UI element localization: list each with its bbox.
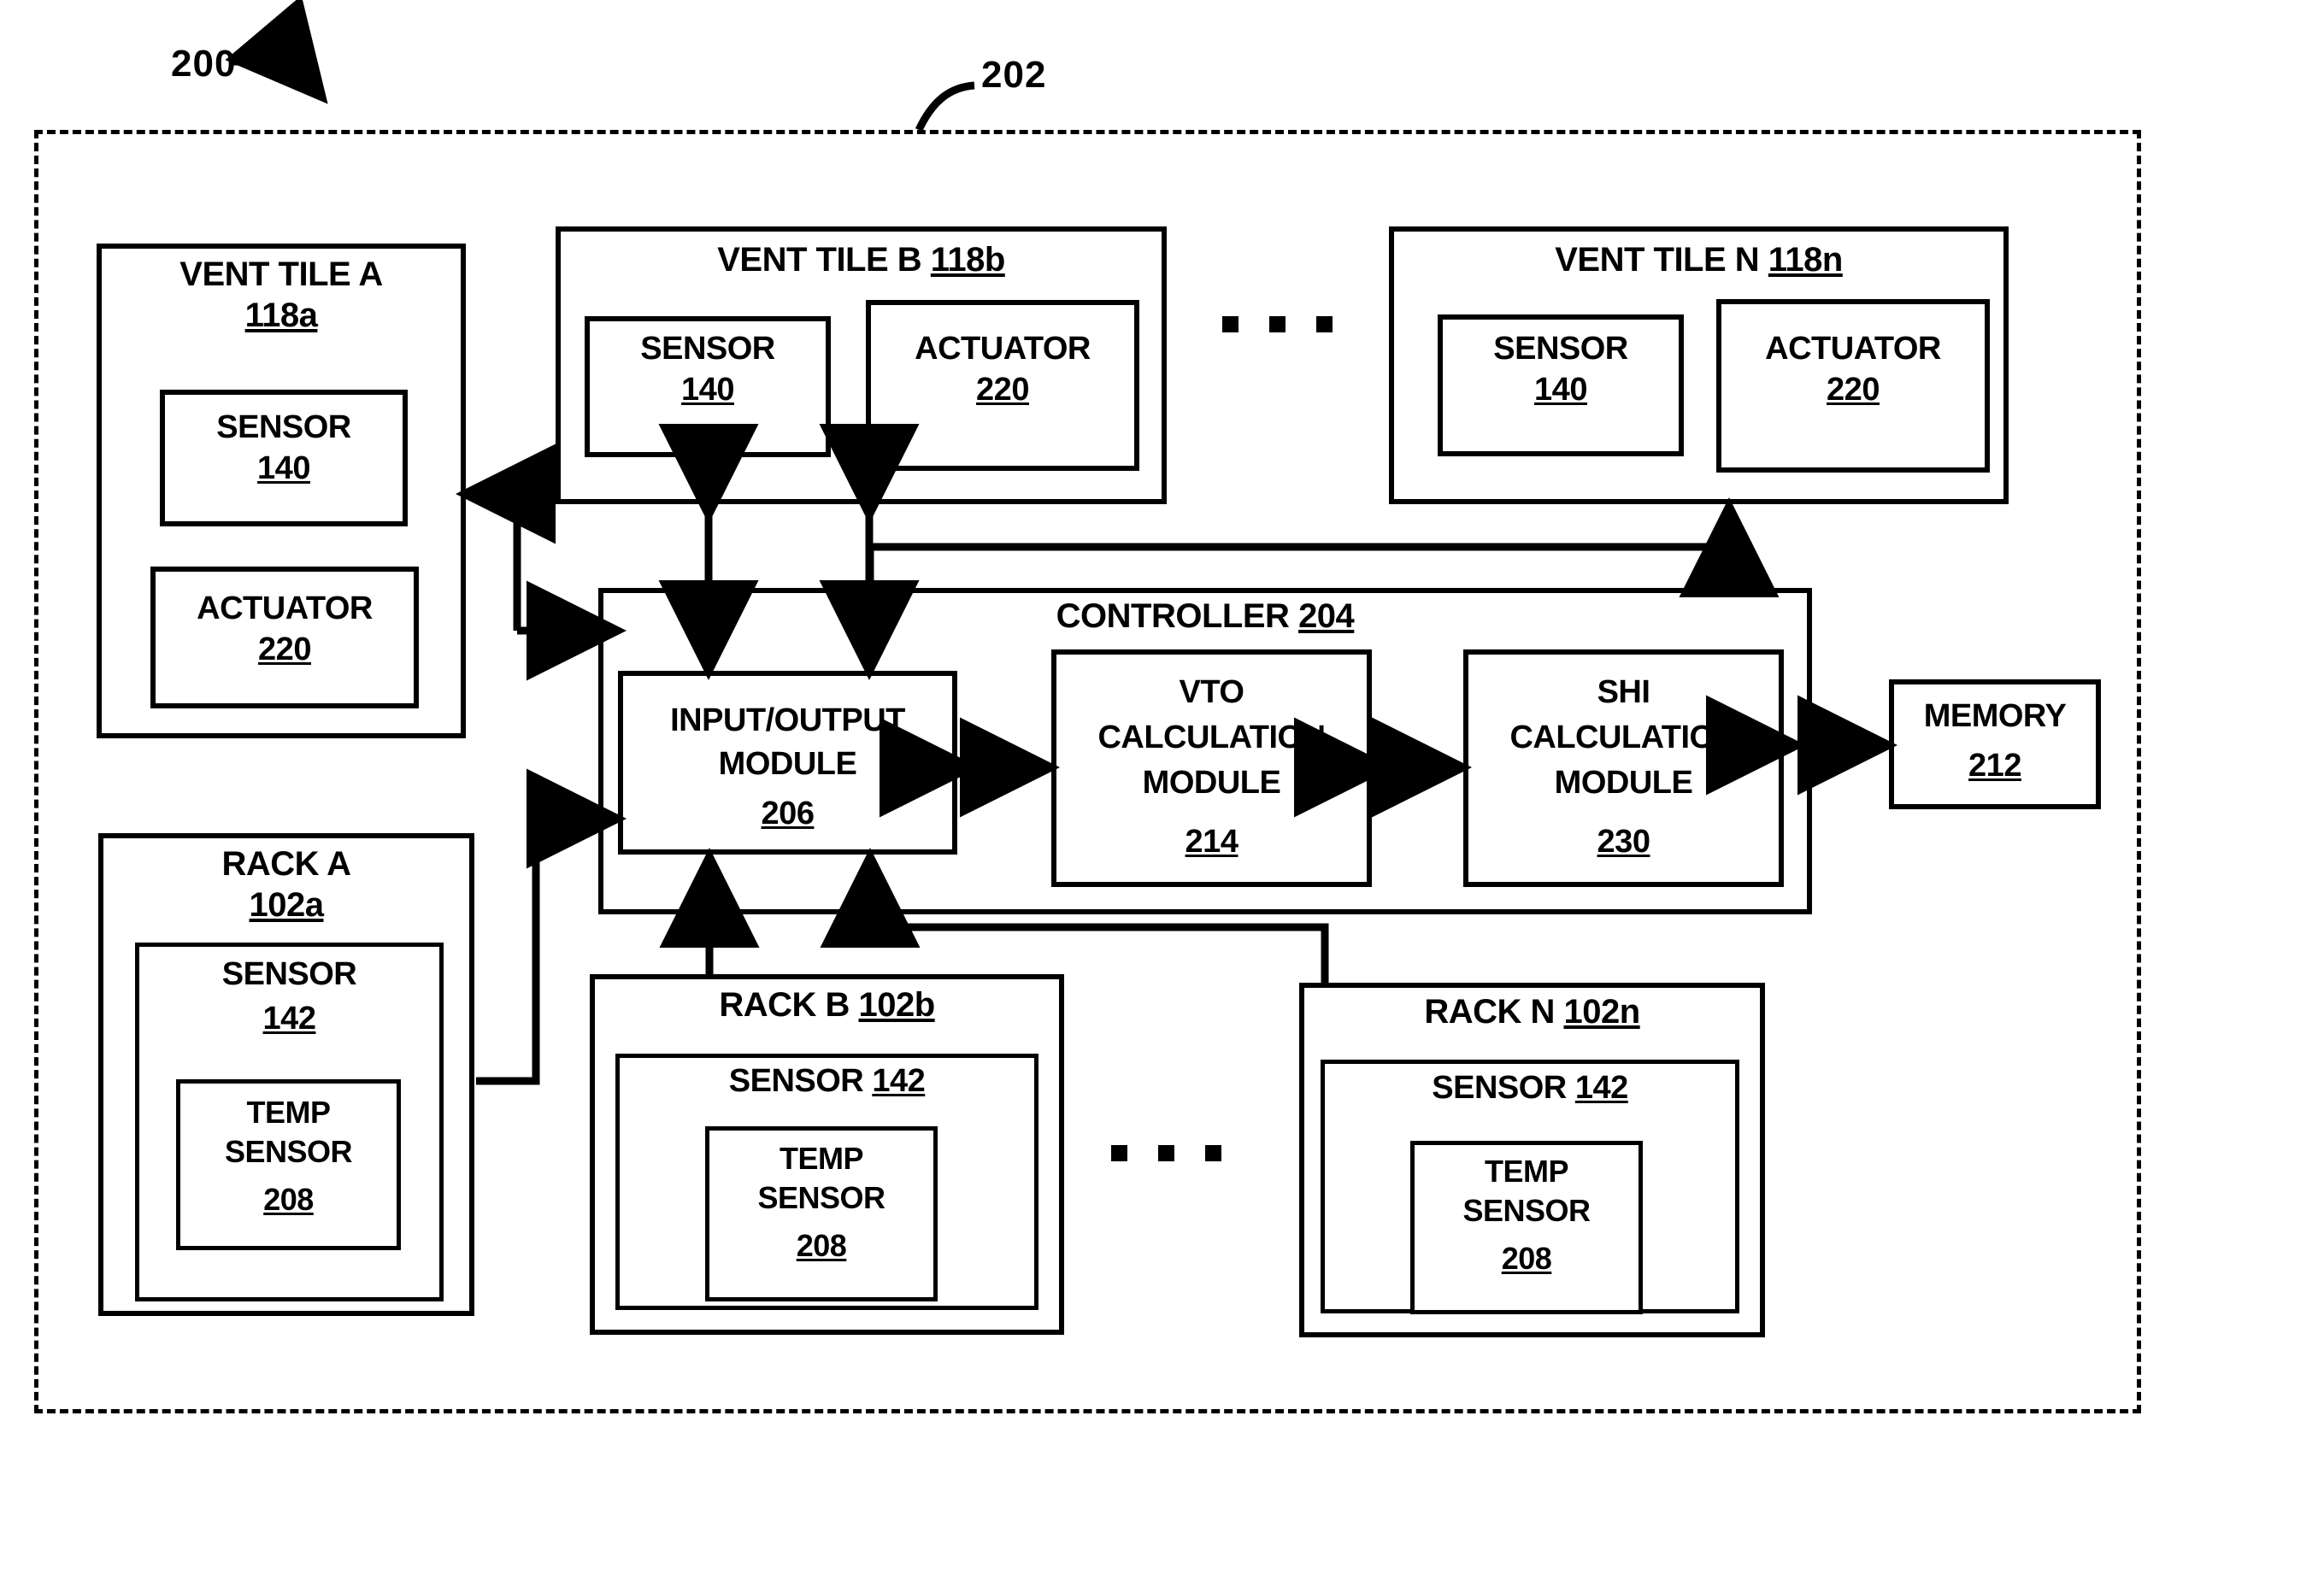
rack-a-temp-ref: 208 <box>263 1182 314 1217</box>
rack-n-sensor-title: SENSOR 142 <box>1321 1070 1739 1106</box>
rack-n-temp-line1: TEMP <box>1484 1154 1569 1189</box>
rack-b-temp-ref: 208 <box>796 1228 847 1263</box>
vent-tile-n-actuator-label: ACTUATOR <box>1765 331 1941 367</box>
vent-tile-a-actuator-ref: 220 <box>258 632 311 667</box>
vent-tile-n-sensor-ref: 140 <box>1534 372 1587 408</box>
controller-title-text: CONTROLLER <box>1056 597 1290 635</box>
controller-title: CONTROLLER 204 <box>598 597 1812 635</box>
vent-tiles-ellipsis <box>1222 316 1333 332</box>
vent-tile-a-sensor-ref: 140 <box>257 450 310 486</box>
racks-ellipsis <box>1111 1145 1221 1161</box>
ellipsis-dot <box>1111 1145 1127 1161</box>
vent-tile-n-ref: 118n <box>1768 241 1843 279</box>
rack-a-sensor-label: SENSOR <box>221 956 357 992</box>
ellipsis-dot <box>1158 1145 1174 1161</box>
vent-tile-n-title-text: VENT TILE N <box>1555 241 1760 279</box>
shi-module-line2: CALCULATION <box>1509 720 1738 755</box>
vent-tile-b-title-text: VENT TILE B <box>717 241 922 279</box>
figure-ref-200: 200 <box>171 43 237 85</box>
rack-b-temp-line1: TEMP <box>779 1141 864 1176</box>
controller-ref: 204 <box>1298 597 1355 635</box>
rack-b-sensor-label: SENSOR <box>728 1063 864 1099</box>
vto-module-line2: CALCULATION <box>1097 720 1326 755</box>
vent-tile-b-ref: 118b <box>930 241 1005 279</box>
vent-tile-a-ref: 118a <box>244 297 318 334</box>
vto-module-line1: VTO <box>1179 674 1244 710</box>
vent-tile-a-sensor-label: SENSOR <box>216 409 351 445</box>
rack-b-title: RACK B 102b <box>590 986 1064 1024</box>
rack-b-title-text: RACK B <box>719 986 850 1024</box>
rack-n-title: RACK N 102n <box>1299 993 1765 1031</box>
rack-a-temp-line2: SENSOR <box>224 1134 353 1169</box>
ellipsis-dot <box>1205 1145 1221 1161</box>
memory-label: MEMORY <box>1923 698 2067 734</box>
rack-n-temp-ref: 208 <box>1501 1241 1552 1276</box>
rack-a-title: RACK A <box>221 845 351 883</box>
leader-arrow-200 <box>225 0 328 104</box>
vent-tile-b-sensor-label: SENSOR <box>640 331 775 367</box>
rack-b-sensor-ref: 142 <box>872 1063 926 1099</box>
shi-module-line1: SHI <box>1597 674 1650 710</box>
vent-tile-b-title: VENT TILE B 118b <box>556 241 1167 279</box>
shi-module-ref: 230 <box>1597 824 1650 860</box>
vent-tile-n-title: VENT TILE N 118n <box>1389 241 2009 279</box>
rack-n-sensor-ref: 142 <box>1574 1070 1628 1106</box>
leader-line-202 <box>915 81 975 132</box>
io-module-line2: MODULE <box>718 746 857 782</box>
vent-tile-b-sensor-ref: 140 <box>681 372 734 408</box>
vent-tile-b-actuator-label: ACTUATOR <box>915 331 1091 367</box>
rack-a-temp-line1: TEMP <box>246 1095 331 1130</box>
rack-n-sensor-label: SENSOR <box>1432 1070 1567 1106</box>
vent-tile-b-actuator-ref: 220 <box>976 372 1029 408</box>
rack-b-temp-line2: SENSOR <box>757 1180 885 1215</box>
memory-ref: 212 <box>1968 748 2021 784</box>
patent-figure-canvas: 200 202 VENT TILE A 118a SENSOR 140 ACTU… <box>0 0 2324 1592</box>
rack-b-ref: 102b <box>858 986 936 1024</box>
vent-tile-a-actuator-label: ACTUATOR <box>197 590 373 626</box>
ellipsis-dot <box>1316 316 1333 332</box>
vent-tile-a-title: VENT TILE A <box>179 256 383 293</box>
rack-b-sensor-title: SENSOR 142 <box>615 1063 1038 1099</box>
rack-n-temp-line2: SENSOR <box>1462 1193 1591 1228</box>
figure-ref-202: 202 <box>981 54 1047 96</box>
vto-module-ref: 214 <box>1185 824 1238 860</box>
vent-tile-n-sensor-label: SENSOR <box>1493 331 1628 367</box>
io-module-ref: 206 <box>761 796 815 831</box>
rack-n-title-text: RACK N <box>1424 993 1555 1031</box>
rack-a-ref: 102a <box>249 886 324 924</box>
ellipsis-dot <box>1222 316 1238 332</box>
vto-module-line3: MODULE <box>1142 765 1281 801</box>
shi-module-line3: MODULE <box>1554 765 1693 801</box>
vent-tile-n-actuator-ref: 220 <box>1827 372 1880 408</box>
io-module-line1: INPUT/OUTPUT <box>670 702 905 738</box>
ellipsis-dot <box>1269 316 1286 332</box>
rack-n-ref: 102n <box>1563 993 1641 1031</box>
rack-a-sensor-ref: 142 <box>262 1001 316 1037</box>
